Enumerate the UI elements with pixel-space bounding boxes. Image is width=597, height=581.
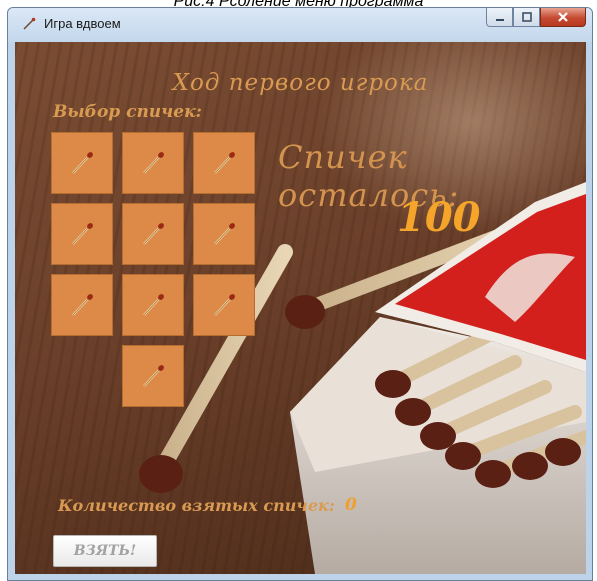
title-bar[interactable]: Игра вдвоем <box>8 8 592 42</box>
close-button[interactable] <box>540 8 586 27</box>
window-title: Игра вдвоем <box>44 16 121 31</box>
match-tile[interactable] <box>122 345 184 407</box>
match-tile[interactable] <box>122 203 184 265</box>
app-window: Игра вдвоем Ход первого игрока Выбор спи… <box>7 7 593 581</box>
game-area: Ход первого игрока Выбор спичек: Спичек … <box>15 42 586 574</box>
minimize-button[interactable] <box>486 8 513 27</box>
match-tile[interactable] <box>122 132 184 194</box>
match-icon <box>72 152 93 174</box>
match-icon <box>143 223 164 245</box>
match-app-icon <box>23 17 36 30</box>
match-tile[interactable] <box>51 203 113 265</box>
match-icon <box>72 223 93 245</box>
take-button[interactable]: ВЗЯТЬ! <box>53 535 157 567</box>
taken-count-label: Количество взятых спичек: <box>58 496 335 515</box>
match-icon <box>214 152 235 174</box>
match-tile[interactable] <box>51 132 113 194</box>
maximize-button[interactable] <box>513 8 540 27</box>
match-icon <box>143 294 164 316</box>
match-icon <box>214 294 235 316</box>
turn-heading: Ход первого игрока <box>172 70 429 96</box>
match-icon <box>143 365 164 387</box>
picks-label: Выбор спичек: <box>53 102 202 122</box>
match-icon <box>214 223 235 245</box>
window-controls <box>486 8 586 30</box>
match-tile[interactable] <box>193 132 255 194</box>
match-icon <box>72 294 93 316</box>
taken-count-value: 0 <box>345 495 357 515</box>
remaining-count: 100 <box>397 194 481 241</box>
match-icon <box>143 152 164 174</box>
minimize-icon <box>495 19 504 21</box>
match-tile[interactable] <box>193 203 255 265</box>
match-tile[interactable] <box>193 274 255 336</box>
match-tile[interactable] <box>122 274 184 336</box>
maximize-icon <box>521 12 532 22</box>
close-icon <box>558 12 568 22</box>
match-tile[interactable] <box>51 274 113 336</box>
